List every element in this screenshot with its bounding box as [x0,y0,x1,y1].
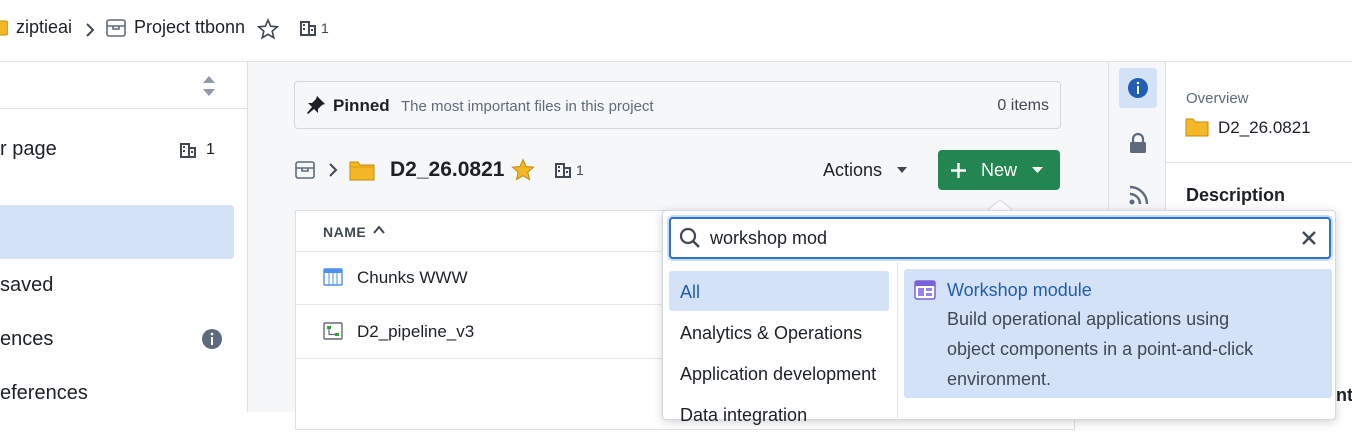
overview-label: Overview [1186,90,1249,107]
sort-ascending-icon[interactable] [372,224,386,236]
folder-share-count: 1 [576,162,584,178]
info-icon [1128,78,1148,98]
result-workshop-module[interactable]: Workshop module Build operational applic… [904,269,1332,398]
pin-icon [307,96,325,114]
caret-down-icon [897,167,907,173]
sidebar-item-saved[interactable]: saved [0,274,53,297]
result-description-line: environment. [947,369,1052,389]
workshop-icon [914,280,936,300]
star-filled-icon[interactable] [511,158,535,182]
divider [897,263,898,423]
caret-down-icon [1032,167,1043,173]
sort-toggle-icon[interactable] [200,73,218,99]
overview-folder-name: D2_26.0821 [1218,118,1311,137]
result-description-line: Build operational applications using [947,309,1230,329]
category-label: All [680,282,701,302]
organization-icon [180,143,196,158]
description-label: Description [1186,185,1286,205]
breadcrumb-project[interactable]: Project ttbonn [134,17,245,38]
category-analytics[interactable]: Analytics & Operations [669,312,889,352]
category-all[interactable]: All [669,271,889,311]
new-menu-popover: workshop mod All Analytics & Operations … [662,210,1336,425]
sidebar-item-preferences[interactable]: eferences [0,382,88,405]
sidebar-item-page[interactable]: r page [0,138,57,161]
sidebar-item-references[interactable]: ences [0,328,53,351]
category-label: Application development [680,364,877,384]
organization-icon [555,163,571,178]
pinned-title: Pinned [333,96,390,115]
close-icon[interactable] [1300,229,1318,247]
info-icon[interactable] [201,328,223,350]
folder-icon [0,20,8,36]
pinned-bar[interactable]: Pinned The most important files in this … [294,81,1061,129]
new-button[interactable]: New [938,150,1060,190]
chevron-right-icon [329,163,338,177]
pipeline-icon [323,322,343,340]
folder-icon [349,161,375,181]
top-bar: ziptieai Project ttbonn 1 [0,0,1352,62]
new-label: New [981,160,1018,180]
divider [0,108,248,109]
actions-button[interactable]: Actions [810,150,920,190]
folder-title: D2_26.0821 [390,158,505,181]
plus-icon [951,163,966,178]
project-icon[interactable] [294,159,316,181]
rss-icon[interactable] [1128,184,1150,206]
search-icon [679,227,700,248]
actions-label: Actions [823,160,883,180]
file-name[interactable]: Chunks WWW [357,268,468,288]
category-data-integration[interactable]: Data integration [669,394,889,434]
project-icon [106,19,126,37]
category-label: Data integration [680,405,808,425]
column-header-name[interactable]: NAME [323,224,366,240]
rail-tab-overview[interactable] [1119,68,1157,108]
star-icon[interactable] [257,18,279,40]
result-title: Workshop module [947,280,1092,300]
org-count: 1 [321,20,329,36]
category-label: Analytics & Operations [680,323,863,343]
left-sidebar: r page 1 saved ences eferences [0,62,248,412]
search-field[interactable]: workshop mod [669,217,1331,259]
organization-icon [300,21,316,36]
pinned-count: 0 items [997,97,1049,114]
chevron-right-icon [86,23,95,37]
breadcrumb-org[interactable]: ziptieai [16,17,72,38]
file-name[interactable]: D2_pipeline_v3 [357,322,474,342]
category-application-development[interactable]: Application development [669,353,889,393]
sidebar-item-count: 1 [206,141,215,158]
search-input[interactable]: workshop mod [710,228,827,249]
result-description-line: object components in a point-and-click [947,339,1254,359]
lock-icon[interactable] [1128,132,1148,154]
sidebar-item-selected[interactable] [0,205,234,259]
pinned-subtitle: The most important files in this project [401,98,654,115]
divider [1166,162,1352,163]
table-icon [323,268,343,286]
folder-icon [1185,118,1209,137]
partial-heading: nt [1336,385,1352,405]
